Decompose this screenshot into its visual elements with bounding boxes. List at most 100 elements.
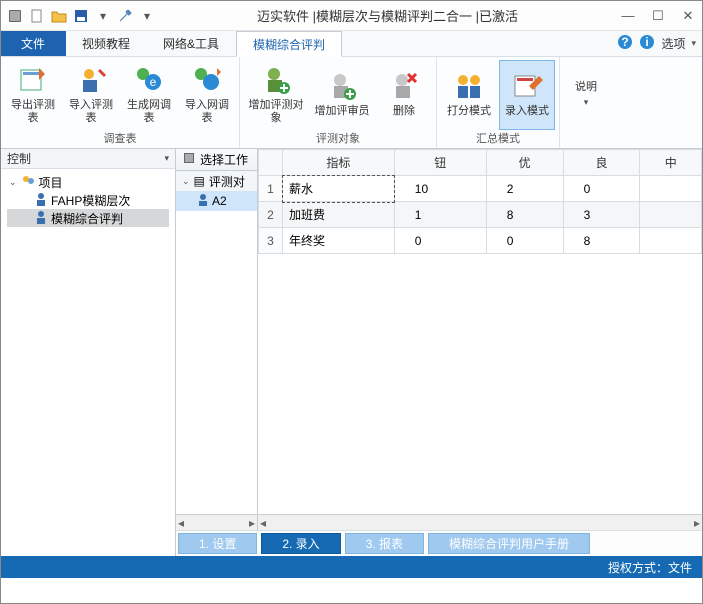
col-indicator[interactable]: 指标 xyxy=(283,150,395,176)
svg-text:?: ? xyxy=(622,35,629,49)
window-title: 迈实软件 |模糊层次与模糊评判二合一 |已激活 xyxy=(155,6,620,25)
tree-item-label: 模糊综合评判 xyxy=(51,210,123,227)
group-icon xyxy=(21,174,35,191)
select-work-header: 选择工作 xyxy=(176,149,257,171)
add-reviewer-button[interactable]: 增加评审员 xyxy=(310,60,374,130)
mid-item-a2[interactable]: A2 xyxy=(176,191,257,211)
ribbon-tabbar: 文件 视频教程 网络&工具 模糊综合评判 ? i 选项 ▾ xyxy=(1,31,702,57)
tree-item-fuzzy-eval[interactable]: 模糊综合评判 xyxy=(7,209,169,227)
data-grid-panel: 指标 钮 优 良 中 1 薪水 10 xyxy=(258,149,702,530)
folder-open-icon[interactable] xyxy=(51,8,67,24)
import-web-table-button[interactable]: 导入网调表 xyxy=(179,60,235,130)
save-dropdown-icon[interactable]: ▾ xyxy=(95,8,111,24)
expand-icon[interactable]: ⌄ xyxy=(9,177,17,188)
tab-network-tools[interactable]: 网络&工具 xyxy=(147,31,236,56)
select-work-title: 选择工作 xyxy=(200,151,248,168)
ribbon-group-help: 说明 ▾ xyxy=(560,57,612,148)
score-mode-icon xyxy=(453,70,485,102)
ribbon-group-survey: 导出评测表 导入评测表 e 生成网调表 导入网调表 调查表 xyxy=(1,57,240,148)
tab-video-tutorial[interactable]: 视频教程 xyxy=(66,31,147,56)
chevron-down-icon: ▾ xyxy=(584,97,589,108)
options-label[interactable]: 选项 xyxy=(661,35,685,52)
delete-icon xyxy=(388,70,420,102)
chevron-down-icon[interactable]: ▾ xyxy=(164,153,169,164)
ribbon-group-label: 汇总模式 xyxy=(441,130,555,146)
import-eval-table-button[interactable]: 导入评测表 xyxy=(63,60,119,130)
person-icon xyxy=(35,192,47,209)
info-icon[interactable]: i xyxy=(639,34,655,53)
table-row[interactable]: 1 薪水 10 2 0 xyxy=(259,176,702,202)
status-bar: 授权方式：文件 xyxy=(1,556,702,578)
data-grid: 指标 钮 优 良 中 1 薪水 10 xyxy=(258,149,702,254)
tools-icon[interactable] xyxy=(117,8,133,24)
tree-root-label: 项目 xyxy=(39,174,63,191)
gen-web-table-button[interactable]: e 生成网调表 xyxy=(121,60,177,130)
tree-item-fahp[interactable]: FAHP模糊层次 xyxy=(7,191,169,209)
mid-header-row[interactable]: ⌄ ▤ 评测对 xyxy=(176,171,257,191)
input-mode-button[interactable]: 录入模式 xyxy=(499,60,555,130)
qat-more-icon[interactable]: ▾ xyxy=(139,8,155,24)
ribbon: 导出评测表 导入评测表 e 生成网调表 导入网调表 调查表 增加评测对象 xyxy=(1,57,702,149)
step-report-button[interactable]: 3. 报表 xyxy=(345,533,424,554)
save-icon[interactable] xyxy=(73,8,89,24)
tab-file[interactable]: 文件 xyxy=(1,31,66,56)
grid-scrollbar[interactable]: ◂▸ xyxy=(258,514,702,530)
step-input-button[interactable]: 2. 录入 xyxy=(261,533,340,554)
table-row[interactable]: 3 年终奖 0 0 8 xyxy=(259,228,702,254)
svg-text:i: i xyxy=(646,35,649,49)
tab-fuzzy-eval[interactable]: 模糊综合评判 xyxy=(236,31,342,57)
table-row[interactable]: 2 加班费 1 8 3 xyxy=(259,202,702,228)
app-icon xyxy=(7,8,23,24)
step-buttons: 1. 设置 2. 录入 3. 报表 模糊综合评判用户手册 xyxy=(176,530,702,556)
new-doc-icon[interactable] xyxy=(29,8,45,24)
delete-button[interactable]: 删除 xyxy=(376,60,432,130)
maximize-button[interactable]: ☐ xyxy=(650,8,666,24)
score-mode-button[interactable]: 打分模式 xyxy=(441,60,497,130)
col-excellent[interactable]: 优 xyxy=(486,150,563,176)
titlebar: ▾ ▾ 迈实软件 |模糊层次与模糊评判二合一 |已激活 — ☐ ✕ xyxy=(1,1,702,31)
export-table-icon xyxy=(17,64,49,96)
minimize-button[interactable]: — xyxy=(620,8,636,24)
main-area: 控制 ▾ ⌄ 项目 FAHP模糊层次 模糊综合评判 选择工 xyxy=(1,149,702,556)
mid-header-label: 评测对 xyxy=(209,173,245,190)
import-web-icon xyxy=(191,64,223,96)
col-mid[interactable]: 中 xyxy=(640,150,702,176)
help-icon[interactable]: ? xyxy=(617,34,633,53)
doc-icon: ▤ xyxy=(194,174,205,188)
panel-title: 控制 xyxy=(7,150,31,167)
grid-header-row: 指标 钮 优 良 中 xyxy=(259,150,702,176)
control-panel: 控制 ▾ ⌄ 项目 FAHP模糊层次 模糊综合评判 xyxy=(1,149,176,556)
ribbon-group-summary-mode: 打分模式 录入模式 汇总模式 xyxy=(437,57,560,148)
tree-root[interactable]: ⌄ 项目 xyxy=(7,173,169,191)
mid-scrollbar[interactable]: ◂▸ xyxy=(176,514,257,530)
person-icon xyxy=(35,210,47,227)
tree-item-label: FAHP模糊层次 xyxy=(51,192,130,209)
ribbon-group-label: 调查表 xyxy=(5,130,235,146)
col-1[interactable]: 钮 xyxy=(394,150,486,176)
col-good[interactable]: 良 xyxy=(563,150,640,176)
auth-mode-label: 授权方式：文件 xyxy=(608,559,692,576)
export-eval-table-button[interactable]: 导出评测表 xyxy=(5,60,61,130)
options-dropdown-icon[interactable]: ▾ xyxy=(691,38,696,49)
mid-item-label: A2 xyxy=(212,194,227,208)
add-target-button[interactable]: 增加评测对象 xyxy=(244,60,308,130)
quick-access-toolbar: ▾ ▾ xyxy=(7,8,155,24)
input-mode-icon xyxy=(511,70,543,102)
user-manual-button[interactable]: 模糊综合评判用户手册 xyxy=(428,533,590,554)
add-reviewer-icon xyxy=(326,70,358,102)
ribbon-group-targets: 增加评测对象 增加评审员 删除 评测对象 xyxy=(240,57,437,148)
gen-web-icon: e xyxy=(133,64,165,96)
person-icon xyxy=(198,194,208,209)
cube-icon xyxy=(182,151,196,168)
expand-icon[interactable]: ⌄ xyxy=(182,176,190,187)
project-tree: ⌄ 项目 FAHP模糊层次 模糊综合评判 xyxy=(1,169,175,556)
import-table-icon xyxy=(75,64,107,96)
help-text-button[interactable]: 说明 ▾ xyxy=(564,60,608,130)
step-setup-button[interactable]: 1. 设置 xyxy=(178,533,257,554)
ribbon-group-label: 评测对象 xyxy=(244,130,432,146)
control-panel-header: 控制 ▾ xyxy=(1,149,175,169)
window-controls: — ☐ ✕ xyxy=(620,8,696,24)
center-wrap: 选择工作 ⌄ ▤ 评测对 A2 ◂▸ xyxy=(176,149,702,556)
close-button[interactable]: ✕ xyxy=(680,8,696,24)
svg-text:e: e xyxy=(150,75,157,89)
